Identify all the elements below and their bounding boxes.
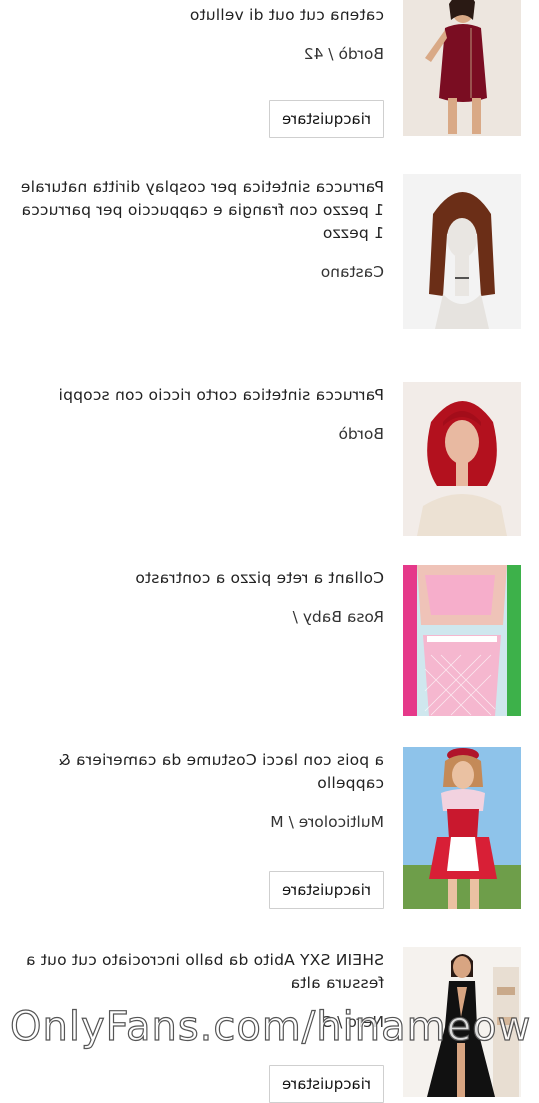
order-items-list: catena cut out di velluto Bordò / 42 ria… (0, 0, 539, 1103)
product-image-velvet-dress[interactable] (403, 0, 521, 136)
watermark-text: OnlyFans.com/hinameow (9, 1003, 532, 1050)
product-title: Parrucca sintetica corto riccio con scop… (58, 386, 384, 404)
product-image-red-wig[interactable] (403, 382, 521, 536)
product-variant: Bordò (338, 425, 384, 443)
product-image-brown-wig[interactable] (403, 174, 521, 329)
product-title: Collant a rete pizzo a contrasto (135, 569, 384, 587)
product-title: Parrucca sintetica per cosplay diritta n… (20, 178, 384, 242)
product-title: a pois con lacci Costume da cameriera & … (58, 751, 384, 792)
product-image-lace-tights[interactable] (403, 565, 521, 716)
product-image-maid-costume[interactable] (403, 747, 521, 909)
product-title: SHEIN SXY Abito da ballo incrociato cut … (25, 951, 384, 992)
product-title: catena cut out di velluto (189, 6, 384, 24)
repurchase-button[interactable]: riacquistare (269, 1065, 384, 1103)
product-variant: Multicolore / M (270, 813, 384, 831)
product-variant: Bordò / 42 (303, 45, 384, 63)
repurchase-button[interactable]: riacquistare (269, 100, 384, 138)
product-variant: Castano (320, 263, 384, 281)
repurchase-button[interactable]: riacquistare (269, 871, 384, 909)
product-variant: Rosa Baby / (292, 608, 384, 626)
